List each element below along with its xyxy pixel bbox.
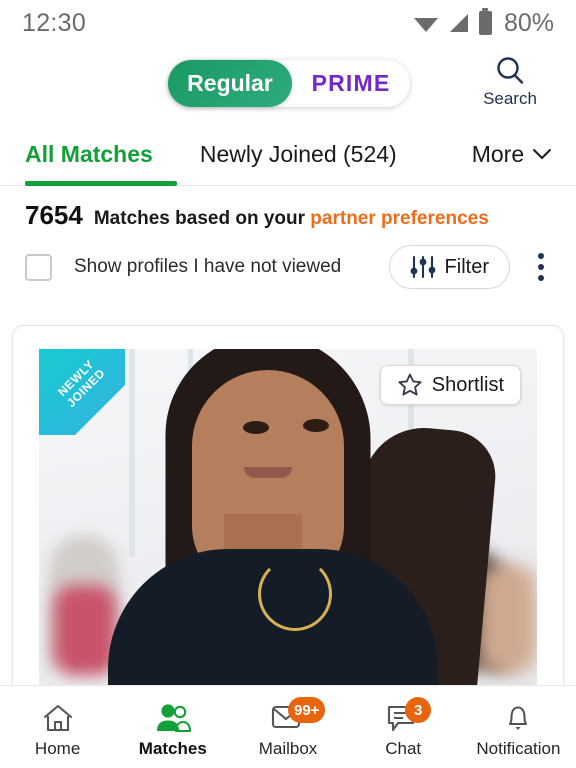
toggle-prime[interactable]: PRIME (292, 70, 410, 97)
sliders-icon (410, 255, 435, 279)
kebab-dot (538, 275, 544, 281)
app-screen: 12:30 80% Regular PRIME Search All Match… (0, 0, 576, 768)
summary-static-text: Matches based on your (93, 208, 311, 229)
photo-subject-necklace (258, 556, 333, 631)
filter-label: Filter (444, 255, 489, 278)
nav-item-mailbox[interactable]: 99+ Mailbox (230, 695, 345, 759)
search-icon (497, 57, 524, 84)
profile-photo[interactable]: NEWLY JOINED Shortlist (39, 349, 537, 707)
unviewed-profiles-checkbox[interactable] (25, 253, 52, 281)
chevron-down-icon (533, 149, 552, 159)
photo-subject-eye (243, 420, 270, 434)
search-button[interactable]: Search (472, 54, 548, 109)
shortlist-label: Shortlist (431, 373, 504, 396)
star-outline-icon (398, 373, 422, 396)
nav-label-chat: Chat (385, 739, 422, 758)
match-tabs: All Matches Newly Joined (524) More (0, 134, 576, 186)
signal-icon (449, 14, 468, 32)
nav-label-mailbox: Mailbox (258, 739, 318, 758)
photo-subject-eye (302, 418, 329, 432)
partner-preferences-link[interactable]: partner preferences (310, 208, 488, 229)
membership-toggle[interactable]: Regular PRIME (168, 60, 410, 107)
nav-item-chat[interactable]: 3 Chat (346, 695, 461, 759)
status-bar: 12:30 80% (0, 0, 576, 46)
envelope-icon: 99+ (268, 697, 326, 735)
app-header: Regular PRIME Search (0, 46, 576, 134)
unviewed-profiles-label: Show profiles I have not viewed (74, 256, 342, 277)
toggle-regular[interactable]: Regular (168, 60, 292, 107)
tab-newly-joined[interactable]: Newly Joined (524) (200, 134, 397, 185)
tab-more-label: More (471, 141, 525, 167)
battery-icon (478, 8, 492, 35)
kebab-dot (538, 264, 544, 270)
nav-label-notification: Notification (476, 739, 561, 758)
photo-background-person (53, 585, 116, 676)
battery-percent: 80% (503, 8, 554, 37)
status-time: 12:30 (22, 8, 87, 37)
nav-item-home[interactable]: Home (0, 695, 115, 759)
nav-label-home: Home (34, 739, 81, 758)
tab-all-matches[interactable]: All Matches (25, 134, 153, 185)
search-label: Search (483, 89, 537, 108)
photo-subject-mouth (244, 467, 293, 479)
wifi-icon (413, 18, 438, 32)
home-icon (38, 701, 78, 735)
nav-item-matches[interactable]: Matches (115, 695, 230, 759)
kebab-menu-icon[interactable] (526, 253, 556, 281)
nav-label-matches: Matches (138, 739, 207, 758)
nav-item-notification[interactable]: Notification (461, 695, 576, 759)
chat-bubble-icon: 3 (383, 697, 432, 735)
shortlist-button[interactable]: Shortlist (379, 365, 521, 405)
bottom-navigation: Home Matches 99+ Mailbox 3 Chat Notifica… (0, 685, 576, 768)
mailbox-badge: 99+ (288, 697, 326, 723)
status-indicators: 80% (413, 8, 554, 38)
tab-more[interactable]: More (472, 134, 552, 185)
active-tab-underline (25, 181, 177, 186)
people-icon (153, 701, 193, 735)
filter-button[interactable]: Filter (388, 245, 510, 289)
newly-joined-ribbon: NEWLY JOINED (39, 349, 125, 435)
bell-icon (498, 701, 538, 735)
profile-card[interactable]: NEWLY JOINED Shortlist (12, 325, 564, 708)
photo-window-bar (128, 349, 135, 557)
kebab-dot (538, 253, 544, 259)
match-summary: 7654 Matches based on your partner prefe… (0, 186, 576, 231)
match-count: 7654 (25, 200, 83, 230)
match-summary-text: Matches based on your partner preference… (94, 208, 489, 230)
filter-controls: Show profiles I have not viewed Filter (0, 231, 576, 289)
chat-badge: 3 (405, 697, 432, 723)
